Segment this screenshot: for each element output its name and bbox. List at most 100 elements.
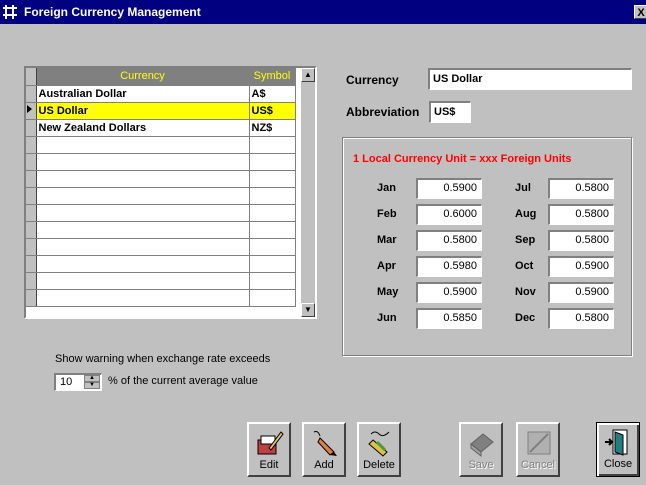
delete-label: Delete: [363, 459, 395, 471]
window-close-button[interactable]: X: [634, 5, 646, 19]
cell-currency[interactable]: [36, 170, 250, 188]
save-label: Save: [468, 459, 494, 471]
edit-icon: [257, 431, 284, 455]
add-label: Add: [314, 459, 334, 471]
row-indicator: [26, 204, 37, 222]
row-indicator: [26, 170, 37, 188]
save-icon: [470, 433, 494, 458]
empty-table-row[interactable]: [26, 187, 296, 205]
abbreviation-field[interactable]: US$: [429, 101, 471, 123]
rate-field-nov[interactable]: 0.5900: [548, 282, 614, 303]
month-label-aug: Aug: [515, 208, 537, 220]
cell-currency[interactable]: [36, 221, 250, 239]
cell-symbol[interactable]: [249, 153, 296, 171]
table-row[interactable]: New Zealand Dollars NZ$: [26, 119, 296, 137]
cell-currency[interactable]: [36, 136, 250, 154]
row-indicator: [26, 187, 37, 205]
spinner-arrows[interactable]: ▲ ▼: [84, 375, 100, 390]
delete-button[interactable]: Delete: [357, 422, 401, 477]
cell-symbol[interactable]: [249, 272, 296, 290]
column-header-currency[interactable]: Currency: [36, 68, 250, 86]
table-row[interactable]: Australian Dollar A$: [26, 85, 296, 103]
close-button[interactable]: Close: [596, 422, 640, 477]
warning-percent-value: 10: [60, 376, 73, 388]
empty-table-row[interactable]: [26, 136, 296, 154]
cell-currency[interactable]: Australian Dollar: [36, 85, 250, 103]
rate-field-apr[interactable]: 0.5980: [416, 256, 482, 277]
spinner-down-icon[interactable]: ▼: [84, 382, 100, 389]
month-label-oct: Oct: [515, 260, 534, 272]
cancel-button[interactable]: Cancel: [516, 422, 560, 477]
empty-table-row[interactable]: [26, 255, 296, 273]
current-row-pointer-icon[interactable]: [26, 102, 37, 120]
empty-table-row[interactable]: [26, 204, 296, 222]
cell-currency[interactable]: [36, 187, 250, 205]
cell-symbol[interactable]: US$: [249, 102, 296, 120]
scroll-down-button[interactable]: ▼: [301, 303, 315, 317]
door-exit-icon: [605, 429, 628, 456]
rate-field-may[interactable]: 0.5900: [416, 282, 482, 303]
empty-table-row[interactable]: [26, 153, 296, 171]
cell-symbol[interactable]: NZ$: [249, 119, 296, 137]
cell-currency[interactable]: [36, 289, 250, 307]
month-label-apr: Apr: [377, 260, 396, 272]
cell-symbol[interactable]: [249, 204, 296, 222]
app-icon: [2, 4, 18, 20]
grid-vertical-scrollbar[interactable]: ▲ ▼: [301, 68, 315, 317]
empty-table-row[interactable]: [26, 221, 296, 239]
cell-currency[interactable]: [36, 255, 250, 273]
rate-field-feb[interactable]: 0.6000: [416, 204, 482, 225]
cell-currency[interactable]: New Zealand Dollars: [36, 119, 250, 137]
cell-currency[interactable]: US Dollar: [36, 102, 250, 120]
cell-currency[interactable]: [36, 204, 250, 222]
month-label-mar: Mar: [377, 234, 397, 246]
cell-symbol[interactable]: [249, 289, 296, 307]
empty-table-row[interactable]: [26, 238, 296, 256]
rate-field-mar[interactable]: 0.5800: [416, 230, 482, 251]
table-row[interactable]: US Dollar US$: [26, 102, 296, 120]
rate-field-jan[interactable]: 0.5900: [416, 178, 482, 199]
month-label-jan: Jan: [377, 182, 396, 194]
row-indicator: [26, 238, 37, 256]
empty-table-row[interactable]: [26, 289, 296, 307]
cell-symbol[interactable]: [249, 238, 296, 256]
month-label-sep: Sep: [515, 234, 536, 246]
scroll-up-button[interactable]: ▲: [301, 68, 315, 82]
add-button[interactable]: Add: [302, 422, 346, 477]
rate-field-jul[interactable]: 0.5800: [548, 178, 614, 199]
rate-field-aug[interactable]: 0.5800: [548, 204, 614, 225]
row-indicator: [26, 255, 37, 273]
row-indicator: [26, 289, 37, 307]
cell-currency[interactable]: [36, 272, 250, 290]
cell-currency[interactable]: [36, 153, 250, 171]
rate-field-jun[interactable]: 0.5850: [416, 308, 482, 329]
cell-symbol[interactable]: [249, 187, 296, 205]
spinner-up-icon[interactable]: ▲: [84, 375, 100, 382]
warning-percent-spinner[interactable]: 10 ▲ ▼: [54, 373, 102, 391]
row-indicator[interactable]: [26, 119, 37, 137]
currency-field[interactable]: US Dollar: [428, 68, 632, 90]
rate-field-oct[interactable]: 0.5900: [548, 256, 614, 277]
close-label: Close: [603, 458, 633, 470]
rate-field-sep[interactable]: 0.5800: [548, 230, 614, 251]
abbreviation-label: Abbreviation: [346, 105, 420, 119]
cell-symbol[interactable]: A$: [249, 85, 296, 103]
cell-symbol[interactable]: [249, 170, 296, 188]
row-indicator[interactable]: [26, 85, 37, 103]
month-label-nov: Nov: [515, 286, 536, 298]
month-label-feb: Feb: [377, 208, 397, 220]
save-button[interactable]: Save: [459, 422, 503, 477]
row-indicator: [26, 136, 37, 154]
cell-symbol[interactable]: [249, 221, 296, 239]
cell-symbol[interactable]: [249, 136, 296, 154]
warning-text: Show warning when exchange rate exceeds: [55, 353, 271, 365]
currency-grid[interactable]: Currency Symbol Australian Dollar A$ US Do…: [24, 66, 317, 319]
empty-table-row[interactable]: [26, 170, 296, 188]
cell-currency[interactable]: [36, 238, 250, 256]
rate-field-dec[interactable]: 0.5800: [548, 308, 614, 329]
column-header-symbol[interactable]: Symbol: [249, 68, 296, 86]
empty-table-row[interactable]: [26, 272, 296, 290]
cell-symbol[interactable]: [249, 255, 296, 273]
currency-table: Currency Symbol Australian Dollar A$ US Do…: [26, 68, 296, 307]
edit-button[interactable]: Edit: [247, 422, 291, 477]
